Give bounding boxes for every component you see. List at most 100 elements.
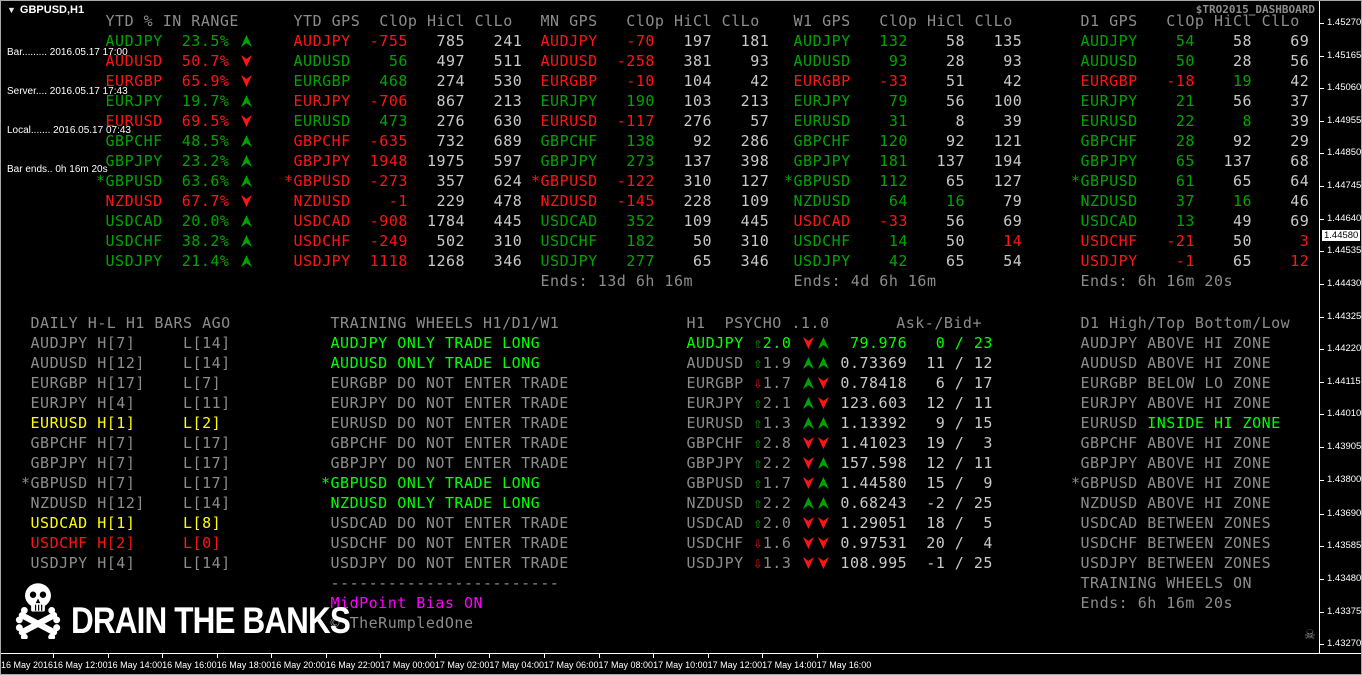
text-row: AUDJPY -755 785 241 [284, 31, 522, 51]
price-tick [1320, 55, 1324, 57]
text-row: GBPCHF -635 732 689 [284, 131, 522, 151]
text-row: USDCAD 13 49 69 [1071, 211, 1309, 231]
price-axis[interactable]: 1.45270 1.45165 1.45060 1.44955 1.44850 1.447… [1320, 1, 1362, 653]
text-cell: GBPUSD [677, 474, 754, 492]
text-row: AUDUSD 93 28 93 [784, 51, 1022, 71]
text-row: USDCHF 14 50 14 [784, 231, 1022, 251]
text-cell: 50.7% [162, 52, 239, 70]
price-label: 1.43375 [1327, 605, 1362, 617]
text-row: Ends: 4d 6h 16m [784, 271, 1022, 291]
brand-block: DRAIN THE BANKS [15, 581, 399, 639]
text-cell: ⇧ [753, 334, 763, 352]
text-cell: Ask-/Bid+ [829, 314, 982, 332]
text-cell: -70 [597, 32, 655, 50]
text-cell: 65.9% [162, 72, 239, 90]
time-axis[interactable]: 16 May 2016 16 May 12:00 16 May 14:00 16 Ma… [1, 654, 1361, 674]
text-row: USDCHF 38.2% [96, 231, 254, 251]
text-cell: 9 / 15 [907, 414, 993, 432]
text-row: GBPJPY ABOVE HI ZONE [1071, 453, 1290, 473]
up-arrow-icon [817, 337, 829, 349]
text-cell: USDJPY [677, 554, 754, 572]
text-cell: *GBPUSD [96, 172, 163, 190]
text-cell: 58 [907, 32, 966, 50]
text-cell: EURUSD [284, 112, 351, 130]
text-cell: 732 [407, 132, 466, 150]
text-cell: 478 [465, 192, 523, 210]
text-row: EURGBP -10 104 42 [531, 71, 769, 91]
text-cell: USDCAD [677, 514, 754, 532]
text-cell: 49 [1194, 212, 1253, 230]
text-cell: EURUSD [1071, 414, 1148, 432]
text-cell: EURUSD DO NOT ENTER TRADE [321, 414, 569, 432]
text-row: USDJPY 42 65 54 [784, 251, 1022, 271]
text-cell: -1 [1137, 252, 1195, 270]
time-label: 17 May 16:00 [816, 654, 871, 674]
text-cell: 19.7% [162, 92, 239, 110]
text-cell: 6 / 17 [907, 374, 993, 392]
up-arrow-icon [240, 175, 252, 187]
price-label: 1.43270 [1327, 638, 1362, 650]
text-cell: USDJPY [96, 252, 163, 270]
text-row: GBPCHF 28 92 29 [1071, 131, 1309, 151]
price-label: 1.44325 [1327, 310, 1362, 322]
text-cell: USDCHF [96, 232, 163, 250]
down-arrow-icon [802, 517, 814, 529]
text-row: EURUSD H[1] L[2] [21, 413, 231, 433]
text-cell: EURUSD H[1] L[2] [21, 414, 222, 432]
text-cell: 65 [654, 252, 713, 270]
text-cell: EURGBP [531, 72, 598, 90]
down-arrow-icon [817, 437, 829, 449]
text-cell: GBPCHF [677, 434, 754, 452]
text-cell: 11 / 12 [907, 354, 993, 372]
text-cell: GBPJPY [677, 454, 754, 472]
text-row: NZDUSD ABOVE HI ZONE [1071, 493, 1290, 513]
text-cell: USDCHF [784, 232, 851, 250]
text-cell: 64 [850, 192, 908, 210]
text-row: EURUSD 31 8 39 [784, 111, 1022, 131]
text-cell: 12 / 11 [907, 394, 993, 412]
chevron-down-icon[interactable]: ▼ [7, 5, 16, 15]
text-cell: 2.2 [762, 454, 801, 472]
text-cell: 50 [1137, 52, 1195, 70]
text-cell: EURUSD [784, 112, 851, 130]
text-cell: D1 High/Top Bottom/Low [1071, 314, 1291, 332]
down-arrow-icon [240, 195, 252, 207]
text-cell: 12 [1252, 252, 1310, 270]
text-row: GBPUSD ⇧1.7 1.44580 15 / 9 [677, 473, 993, 493]
down-arrow-icon [817, 517, 829, 529]
text-row: GBPJPY ⇧2.2 157.598 12 / 11 [677, 453, 993, 473]
text-cell: Ends: 6h 16m 20s [1071, 594, 1234, 612]
text-cell: ⇩ [753, 554, 763, 572]
text-cell: USDJPY [284, 252, 351, 270]
text-row: EURUSD ⇧1.3 1.13392 9 / 15 [677, 413, 993, 433]
text-cell: *GBPUSD [784, 172, 851, 190]
up-arrow-icon [802, 357, 814, 369]
text-cell: INSIDE HI ZONE [1147, 414, 1281, 432]
text-row: USDCAD DO NOT ENTER TRADE [321, 513, 569, 533]
text-row: USDCHF H[2] L[0] [21, 533, 231, 553]
text-cell: EURGBP [96, 72, 163, 90]
text-cell: 14 [965, 232, 1023, 250]
text-cell: AUDUSD [784, 52, 851, 70]
text-cell: -273 [350, 172, 408, 190]
text-cell: ⇩ [753, 534, 763, 552]
mini-skull-icon: ☠ [1304, 627, 1316, 642]
down-arrow-icon [817, 557, 829, 569]
price-label: 1.43800 [1327, 473, 1362, 485]
text-cell: 197 [654, 32, 713, 50]
up-arrow-icon [817, 477, 829, 489]
text-cell: GBPJPY ABOVE HI ZONE [1071, 454, 1272, 472]
price-label: 1.44115 [1327, 375, 1361, 387]
text-row: USDCHF 182 50 310 [531, 231, 769, 251]
text-row: GBPJPY 65 137 68 [1071, 151, 1309, 171]
text-cell: -755 [350, 32, 408, 50]
text-cell: *GBPUSD [1071, 172, 1138, 190]
text-cell: 16 [907, 192, 966, 210]
text-cell: -10 [597, 72, 655, 90]
text-row: AUDJPY ABOVE HI ZONE [1071, 333, 1290, 353]
text-row: USDJPY 21.4% [96, 251, 254, 271]
text-cell: 445 [465, 212, 523, 230]
text-cell: 21.4% [162, 252, 239, 270]
text-cell: 69 [965, 212, 1023, 230]
text-row: USDCAD BETWEEN ZONES [1071, 513, 1290, 533]
